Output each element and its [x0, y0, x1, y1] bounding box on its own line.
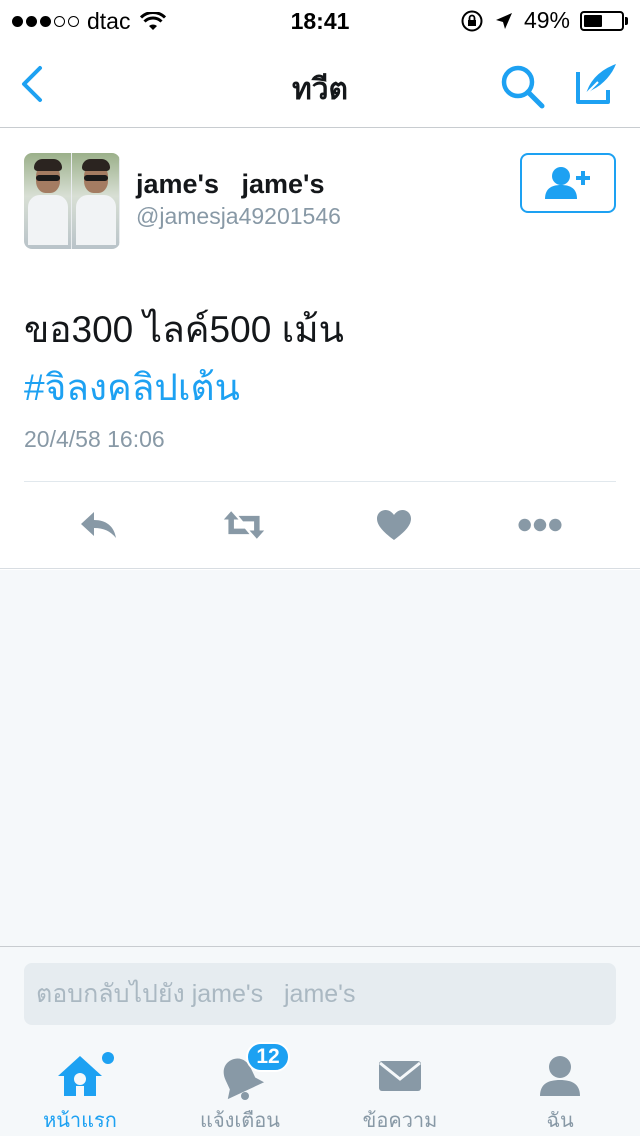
battery-percent: 49%: [523, 7, 570, 33]
user-handle[interactable]: @jamesja49201546: [136, 203, 341, 230]
location-arrow-icon: [495, 12, 512, 29]
retweet-icon: [223, 511, 265, 539]
retweet-button[interactable]: [222, 503, 266, 547]
tweet-body: ขอ300 ไลค์500 เม้น: [24, 309, 344, 350]
compose-tweet-icon[interactable]: [572, 60, 620, 108]
reply-bar: [0, 946, 640, 1038]
status-right: 49%: [460, 7, 628, 34]
tab-bar: หน้าแรก 12 แจ้งเตือน ข้อความ ฉัน: [0, 1038, 640, 1136]
tab-messages[interactable]: ข้อความ: [320, 1038, 480, 1136]
reply-icon: [81, 512, 116, 538]
avatar[interactable]: [24, 153, 120, 249]
search-icon[interactable]: [498, 62, 546, 110]
battery-icon: [580, 10, 628, 31]
reply-button[interactable]: [76, 503, 120, 547]
battery-fill: [584, 14, 602, 27]
tab-me[interactable]: ฉัน: [480, 1038, 640, 1136]
add-user-icon: [545, 167, 590, 199]
notification-badge: 12: [246, 1042, 290, 1072]
nav-bar: ทวีต: [0, 40, 640, 128]
user-display-name[interactable]: jame's jame's: [136, 169, 324, 200]
tweet-timestamp: 20/4/58 16:06: [24, 426, 165, 452]
reply-input[interactable]: [24, 963, 616, 1025]
tab-me-label: ฉัน: [546, 1110, 574, 1132]
divider: [24, 481, 616, 482]
rotation-lock-icon: [461, 10, 483, 31]
home-icon: [58, 1056, 102, 1096]
tab-home-label: หน้าแรก: [43, 1110, 117, 1132]
tab-messages-label: ข้อความ: [362, 1110, 438, 1132]
status-bar: dtac 18:41 49%: [0, 0, 640, 40]
replies-area: [0, 570, 640, 946]
follow-button[interactable]: [520, 153, 616, 213]
tweet-text: ขอ300 ไลค์500 เม้น #จิลงคลิปเต้น: [24, 301, 344, 417]
like-icon: [377, 510, 411, 540]
tweet-detail: jame's jame's @jamesja49201546 ขอ300 ไลค…: [0, 129, 640, 569]
tab-notifications-label: แจ้งเตือน: [200, 1110, 280, 1132]
more-button[interactable]: [518, 503, 562, 547]
messages-icon: [379, 1061, 421, 1091]
profile-icon: [540, 1056, 580, 1096]
hashtag-link[interactable]: #จิลงคลิปเต้น: [24, 359, 344, 417]
tab-home[interactable]: หน้าแรก: [0, 1038, 160, 1136]
tweet-actions: [0, 503, 640, 547]
tab-notifications[interactable]: 12 แจ้งเตือน: [160, 1038, 320, 1136]
more-icon: [518, 518, 562, 532]
like-button[interactable]: [372, 503, 416, 547]
new-content-dot: [102, 1052, 114, 1064]
